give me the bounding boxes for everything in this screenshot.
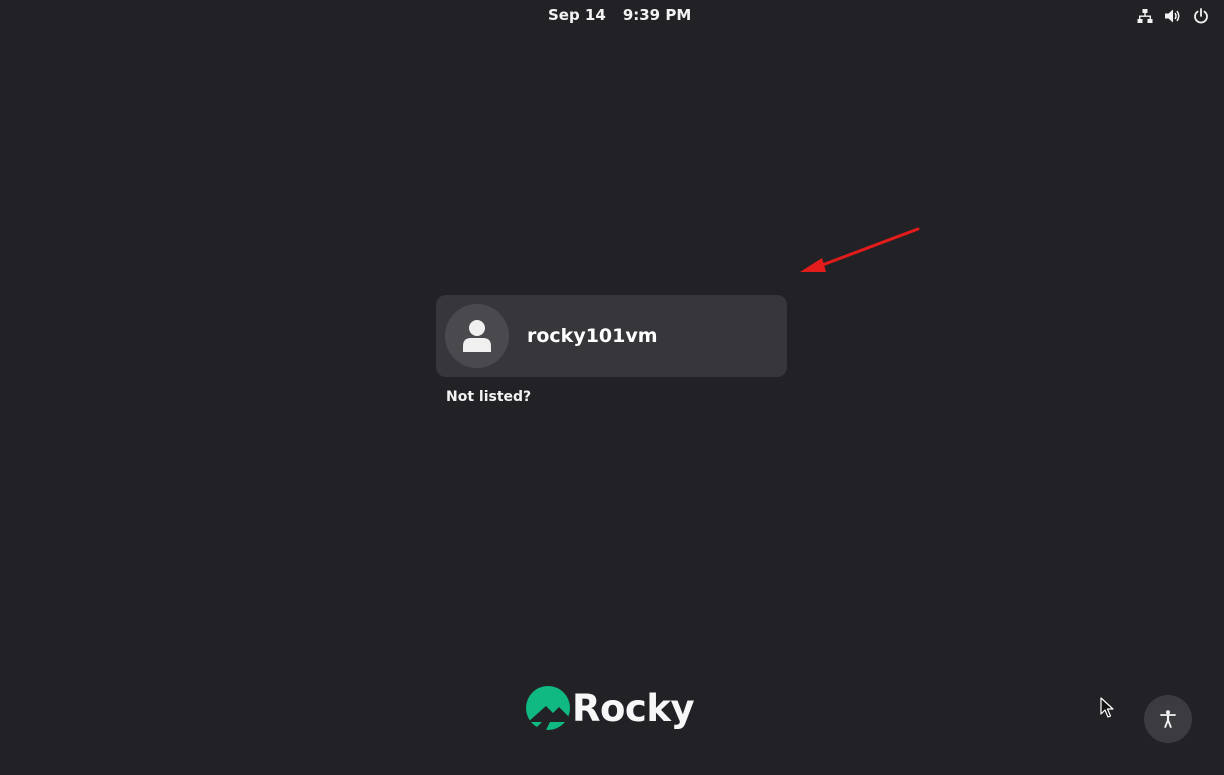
username-label: rocky101vm xyxy=(527,325,658,347)
accessibility-button[interactable] xyxy=(1144,695,1192,743)
user-avatar-icon xyxy=(445,304,509,368)
clock-date: Sep 14 xyxy=(548,6,606,24)
clock-time: 9:39 PM xyxy=(622,6,692,24)
volume-icon[interactable] xyxy=(1164,7,1182,25)
not-listed-button[interactable]: Not listed? xyxy=(446,389,531,405)
network-icon[interactable] xyxy=(1136,7,1154,25)
system-tray[interactable] xyxy=(1136,6,1210,26)
rocky-logo: Rocky xyxy=(526,684,695,732)
annotation-arrow-icon xyxy=(800,227,920,272)
logo-wordmark: Rocky xyxy=(572,686,695,730)
power-icon[interactable] xyxy=(1192,7,1210,25)
user-item-rocky101vm[interactable]: rocky101vm xyxy=(436,295,787,377)
clock[interactable]: Sep 14 9:39 PM xyxy=(548,6,691,24)
accessibility-icon xyxy=(1160,710,1176,728)
login-screen: Sep 14 9:39 PM rocky101vm Not listed? Ro… xyxy=(0,0,1224,775)
rocky-logo-mark-icon xyxy=(526,686,570,730)
mouse-pointer-icon xyxy=(1100,697,1114,718)
top-bar: Sep 14 9:39 PM xyxy=(0,0,1224,32)
